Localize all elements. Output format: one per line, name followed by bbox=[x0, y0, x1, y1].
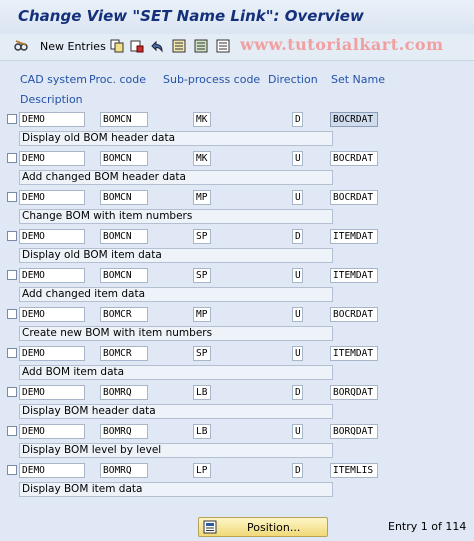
proc-code-field[interactable]: BOMCN bbox=[100, 229, 148, 244]
cad-system-field[interactable]: DEMO bbox=[19, 463, 85, 478]
position-button[interactable]: Position... bbox=[198, 517, 328, 537]
cad-system-field[interactable]: DEMO bbox=[19, 307, 85, 322]
subprocess-code-field[interactable]: LB bbox=[193, 385, 211, 400]
set-name-field[interactable]: BORQDAT bbox=[330, 424, 378, 439]
proc-code-field[interactable]: BOMCR bbox=[100, 346, 148, 361]
row-select-checkbox[interactable] bbox=[7, 387, 17, 397]
header-proc-code[interactable]: Proc. code bbox=[89, 73, 146, 86]
proc-code-field[interactable]: BOMRQ bbox=[100, 424, 148, 439]
description-field[interactable]: Create new BOM with item numbers bbox=[19, 326, 333, 341]
description-field[interactable]: Display BOM item data bbox=[19, 482, 333, 497]
subprocess-code-field[interactable]: MP bbox=[193, 307, 211, 322]
description-field[interactable]: Add changed BOM header data bbox=[19, 170, 333, 185]
proc-code-field[interactable]: BOMRQ bbox=[100, 463, 148, 478]
row-select-checkbox[interactable] bbox=[7, 348, 17, 358]
set-name-field[interactable]: BORQDAT bbox=[330, 385, 378, 400]
set-name-field[interactable]: ITEMLIS bbox=[330, 463, 378, 478]
description-field[interactable]: Add changed item data bbox=[19, 287, 333, 302]
subprocess-code-field[interactable]: SP bbox=[193, 229, 211, 244]
position-button-label: Position... bbox=[247, 521, 301, 534]
subprocess-code-field[interactable]: MK bbox=[193, 112, 211, 127]
description-field[interactable]: Display old BOM item data bbox=[19, 248, 333, 263]
delete-icon[interactable] bbox=[130, 39, 144, 53]
cad-system-field[interactable]: DEMO bbox=[19, 346, 85, 361]
set-name-field[interactable]: ITEMDAT bbox=[330, 229, 378, 244]
subprocess-code-field[interactable]: LB bbox=[193, 424, 211, 439]
proc-code-field[interactable]: BOMCR bbox=[100, 307, 148, 322]
direction-field[interactable]: U bbox=[292, 268, 303, 283]
description-field[interactable]: Change BOM with item numbers bbox=[19, 209, 333, 224]
set-name-field[interactable]: ITEMDAT bbox=[330, 346, 378, 361]
copy-icon[interactable] bbox=[110, 39, 124, 53]
set-name-field[interactable]: BOCRDAT bbox=[330, 190, 378, 205]
set-name-field[interactable]: BOCRDAT bbox=[330, 307, 378, 322]
direction-field[interactable]: U bbox=[292, 424, 303, 439]
row-select-checkbox[interactable] bbox=[7, 192, 17, 202]
glasses-icon[interactable] bbox=[14, 39, 28, 53]
entry-counter: Entry 1 of 114 bbox=[388, 520, 467, 533]
cad-system-field[interactable]: DEMO bbox=[19, 424, 85, 439]
row-select-checkbox[interactable] bbox=[7, 426, 17, 436]
subprocess-code-field[interactable]: LP bbox=[193, 463, 211, 478]
description-field[interactable]: Add BOM item data bbox=[19, 365, 333, 380]
proc-code-field[interactable]: BOMRQ bbox=[100, 385, 148, 400]
row-select-checkbox[interactable] bbox=[7, 231, 17, 241]
cad-system-field[interactable]: DEMO bbox=[19, 112, 85, 127]
cad-system-field[interactable]: DEMO bbox=[19, 190, 85, 205]
undo-icon[interactable] bbox=[150, 39, 164, 53]
row-select-checkbox[interactable] bbox=[7, 465, 17, 475]
header-direction[interactable]: Direction bbox=[268, 73, 318, 86]
set-name-field[interactable]: BOCRDAT bbox=[330, 151, 378, 166]
row-select-checkbox[interactable] bbox=[7, 309, 17, 319]
title-bar: Change View "SET Name Link": Overview bbox=[0, 0, 474, 35]
description-field[interactable]: Display BOM level by level bbox=[19, 443, 333, 458]
application-toolbar: New Entries www.tutorialkart.com bbox=[0, 34, 474, 61]
description-field[interactable]: Display old BOM header data bbox=[19, 131, 333, 146]
cad-system-field[interactable]: DEMO bbox=[19, 268, 85, 283]
deselect-icon[interactable] bbox=[216, 39, 230, 53]
direction-field[interactable]: U bbox=[292, 346, 303, 361]
proc-code-field[interactable]: BOMCN bbox=[100, 268, 148, 283]
proc-code-field[interactable]: BOMCN bbox=[100, 112, 148, 127]
direction-field[interactable]: D bbox=[292, 385, 303, 400]
position-icon bbox=[203, 520, 217, 534]
cad-system-field[interactable]: DEMO bbox=[19, 229, 85, 244]
set-name-field[interactable]: BOCRDAT bbox=[330, 112, 378, 127]
header-subprocess-code[interactable]: Sub-process code bbox=[163, 73, 260, 86]
select-block-icon[interactable] bbox=[194, 39, 208, 53]
proc-code-field[interactable]: BOMCN bbox=[100, 151, 148, 166]
row-select-checkbox[interactable] bbox=[7, 153, 17, 163]
set-name-field[interactable]: ITEMDAT bbox=[330, 268, 378, 283]
direction-field[interactable]: D bbox=[292, 112, 303, 127]
proc-code-field[interactable]: BOMCN bbox=[100, 190, 148, 205]
cad-system-field[interactable]: DEMO bbox=[19, 385, 85, 400]
row-select-checkbox[interactable] bbox=[7, 270, 17, 280]
watermark: www.tutorialkart.com bbox=[240, 35, 444, 54]
direction-field[interactable]: U bbox=[292, 151, 303, 166]
page-title: Change View "SET Name Link": Overview bbox=[18, 7, 364, 25]
subprocess-code-field[interactable]: MP bbox=[193, 190, 211, 205]
subprocess-code-field[interactable]: SP bbox=[193, 346, 211, 361]
description-field[interactable]: Display BOM header data bbox=[19, 404, 333, 419]
direction-field[interactable]: D bbox=[292, 463, 303, 478]
header-description[interactable]: Description bbox=[20, 93, 83, 106]
new-entries-button[interactable]: New Entries bbox=[40, 40, 106, 53]
direction-field[interactable]: D bbox=[292, 229, 303, 244]
table-area: CAD system Proc. code Sub-process code D… bbox=[0, 61, 474, 541]
select-all-icon[interactable] bbox=[172, 39, 186, 53]
subprocess-code-field[interactable]: SP bbox=[193, 268, 211, 283]
row-select-checkbox[interactable] bbox=[7, 114, 17, 124]
subprocess-code-field[interactable]: MK bbox=[193, 151, 211, 166]
header-cad-system[interactable]: CAD system bbox=[20, 73, 87, 86]
header-set-name[interactable]: Set Name bbox=[331, 73, 385, 86]
direction-field[interactable]: U bbox=[292, 307, 303, 322]
cad-system-field[interactable]: DEMO bbox=[19, 151, 85, 166]
direction-field[interactable]: U bbox=[292, 190, 303, 205]
